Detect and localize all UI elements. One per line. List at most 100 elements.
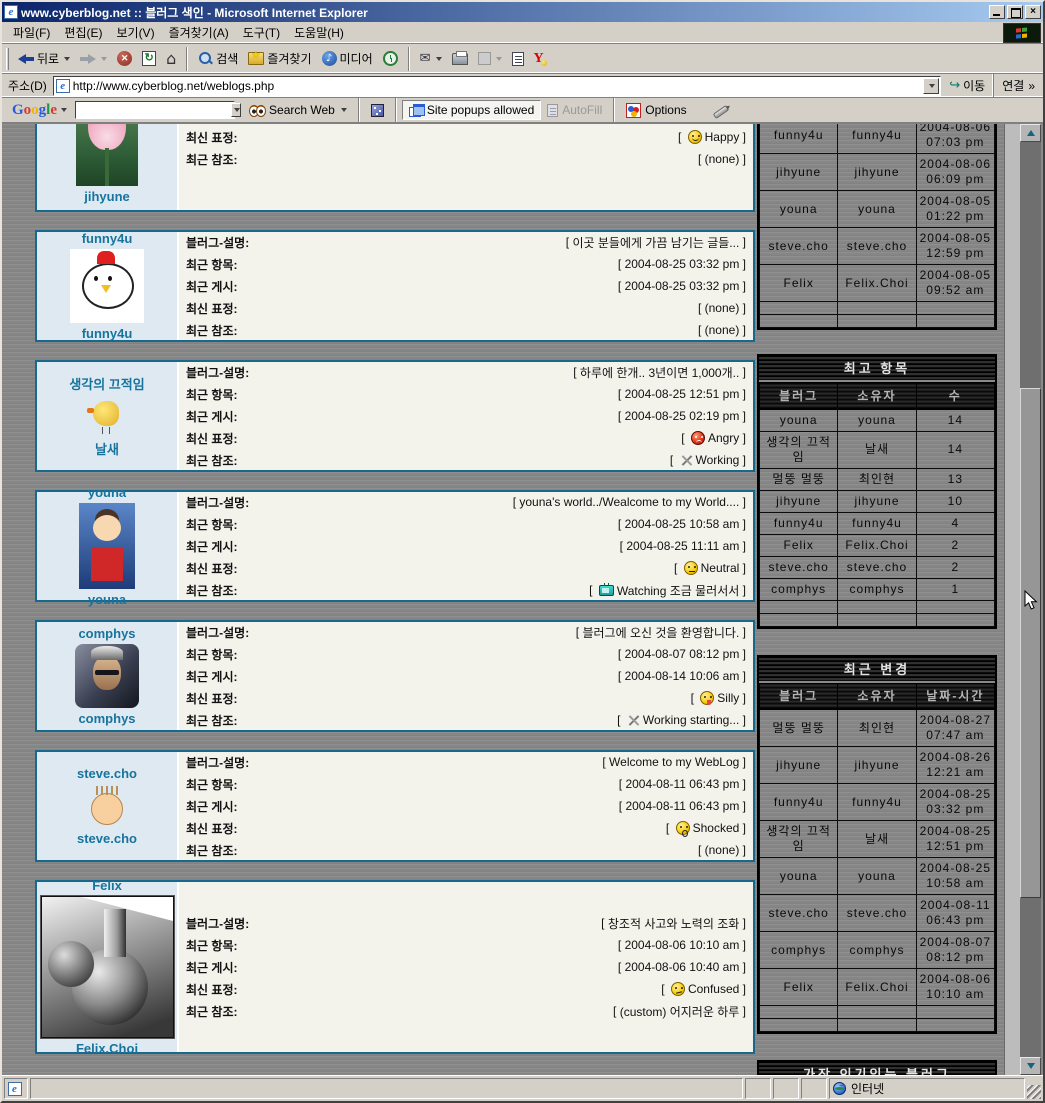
close-button[interactable]: ×: [1025, 5, 1041, 19]
menu-help[interactable]: 도움말(H): [287, 22, 351, 43]
table-cell: [760, 315, 838, 328]
field-label: 최근 게시:: [186, 538, 238, 555]
discuss-button[interactable]: [507, 50, 529, 68]
links-bar[interactable]: 연결»: [993, 74, 1041, 97]
address-dropdown-button[interactable]: [923, 78, 939, 94]
field-value-text: 2004-08-25 11:11 am: [626, 539, 739, 553]
refresh-button[interactable]: ↻: [137, 49, 161, 68]
table-cell: 2004-08-06 07:03 pm: [916, 124, 994, 154]
bracket-close: ]: [743, 777, 746, 791]
restore-button[interactable]: [1007, 5, 1023, 19]
blog-owner-link[interactable]: funny4u: [82, 326, 133, 341]
address-input[interactable]: [73, 78, 923, 94]
forward-dropdown-caret[interactable]: [101, 57, 107, 61]
forward-button[interactable]: [75, 51, 112, 67]
google-logo-caret[interactable]: [61, 108, 67, 112]
menu-bar: 파일(F) 편집(E) 보기(V) 즐겨찾기(A) 도구(T) 도움말(H): [2, 22, 1043, 44]
resize-grip[interactable]: [1027, 1085, 1041, 1099]
table-cell: funny4u: [838, 512, 916, 534]
favorites-button[interactable]: 즐겨찾기: [243, 48, 316, 69]
blog-owner-link[interactable]: Felix.Choi: [76, 1041, 138, 1056]
field-value: [ (none) ]: [698, 323, 746, 337]
standard-toolbar: 뒤로 ✕ ↻ ⌂ 검색 즐겨찾기 ♪미디어 ✉ Y: [2, 44, 1043, 74]
blog-name-link[interactable]: comphys: [78, 626, 135, 641]
popup-blocker-button[interactable]: Site popups allowed: [402, 100, 541, 120]
back-button[interactable]: 뒤로: [13, 48, 75, 69]
toolbar-grip[interactable]: [6, 48, 9, 70]
blog-name-link[interactable]: Felix: [92, 878, 122, 893]
bracket-open: [: [618, 257, 621, 271]
blog-name-link[interactable]: funny4u: [82, 231, 133, 246]
bird-avatar[interactable]: [87, 396, 127, 436]
steve-avatar[interactable]: [87, 784, 127, 828]
scroll-down-button[interactable]: [1020, 1057, 1041, 1075]
ie-throbber: [1003, 23, 1041, 43]
ie-logo-icon: e: [4, 5, 18, 19]
page-info-button[interactable]: [365, 102, 390, 119]
youna-avatar[interactable]: [79, 503, 135, 589]
mail-button[interactable]: ✉: [415, 50, 447, 68]
back-dropdown-caret[interactable]: [64, 57, 70, 61]
felix-avatar[interactable]: [41, 896, 174, 1038]
highlighter-button[interactable]: [707, 105, 735, 115]
print-button[interactable]: [447, 51, 473, 67]
blog-owner-link[interactable]: jihyune: [84, 189, 130, 204]
latest-mood-row: 최신 표정:[ Confused ]: [186, 978, 746, 1000]
menu-edit[interactable]: 편집(E): [57, 22, 109, 43]
google-logo-letter: G: [12, 102, 24, 118]
blog-owner-link[interactable]: comphys: [78, 711, 135, 726]
field-label: 최근 참조:: [186, 322, 238, 339]
search-web-caret[interactable]: [341, 108, 347, 112]
search-icon: [198, 51, 213, 66]
angry-mood-icon: [691, 431, 705, 445]
table-row: younayouna2004-08-05 01:22 pm: [760, 191, 995, 228]
blog-owner-link[interactable]: 날새: [95, 439, 119, 458]
table-cell: 2004-08-26 12:21 am: [916, 747, 994, 784]
edit-button[interactable]: [473, 50, 507, 67]
history-button[interactable]: [378, 49, 403, 68]
mail-dropdown-caret[interactable]: [436, 57, 442, 61]
bracket-close: ]: [743, 583, 746, 597]
google-logo[interactable]: Google: [6, 102, 59, 119]
options-button[interactable]: Options: [620, 101, 692, 120]
field-value-text: 2004-08-25 03:32 pm: [625, 257, 740, 271]
menu-file[interactable]: 파일(F): [6, 22, 57, 43]
messenger-button[interactable]: Y: [529, 50, 549, 68]
comphys-avatar[interactable]: [75, 644, 139, 708]
recent-entries-table: funny4ufunny4u2004-08-06 07:03 pmjihyune…: [757, 124, 997, 330]
column-header: 소유자: [838, 383, 916, 409]
autofill-button[interactable]: AutoFill: [541, 101, 608, 119]
search-web-button[interactable]: Search Web: [243, 101, 353, 119]
blog-name-link[interactable]: steve.cho: [77, 766, 137, 781]
popup-window-icon: [409, 104, 423, 116]
lotus-avatar[interactable]: [76, 124, 138, 186]
field-label: 최근 참조:: [186, 582, 238, 599]
minimize-button[interactable]: [989, 5, 1005, 19]
media-button[interactable]: ♪미디어: [317, 48, 378, 69]
stop-button[interactable]: ✕: [112, 49, 137, 68]
blog-name-link[interactable]: 생각의 끄적임: [69, 374, 144, 393]
edit-dropdown-caret[interactable]: [496, 57, 502, 61]
bracket-close: ]: [743, 821, 746, 835]
go-button[interactable]: ↪ 이동: [941, 77, 993, 94]
back-arrow-icon: [18, 53, 34, 65]
menu-tools[interactable]: 도구(T): [236, 22, 287, 43]
search-button[interactable]: 검색: [193, 48, 243, 69]
bracket-close: ]: [743, 539, 746, 553]
menu-view[interactable]: 보기(V): [109, 22, 161, 43]
home-button[interactable]: ⌂: [161, 49, 181, 69]
table-cell: jihyune: [838, 747, 916, 784]
menu-favorites[interactable]: 즐겨찾기(A): [162, 22, 236, 43]
google-search-dropdown[interactable]: [231, 103, 241, 117]
blog-owner-link[interactable]: youna: [88, 592, 126, 607]
scrollbar-thumb[interactable]: [1020, 388, 1041, 898]
blog-owner-link[interactable]: steve.cho: [77, 831, 137, 846]
recent-post-row: 최근 게시:[ 2004-08-25 03:32 pm ]: [186, 275, 746, 297]
blog-name-link[interactable]: youna: [88, 485, 126, 500]
bracket-open: [: [513, 495, 516, 509]
scroll-up-button[interactable]: [1020, 124, 1041, 142]
chicken-avatar[interactable]: [70, 249, 144, 323]
silly-mood-icon: [700, 691, 714, 705]
table-header-row: 블러그소유자수: [760, 383, 995, 409]
google-search-input[interactable]: [76, 103, 231, 117]
